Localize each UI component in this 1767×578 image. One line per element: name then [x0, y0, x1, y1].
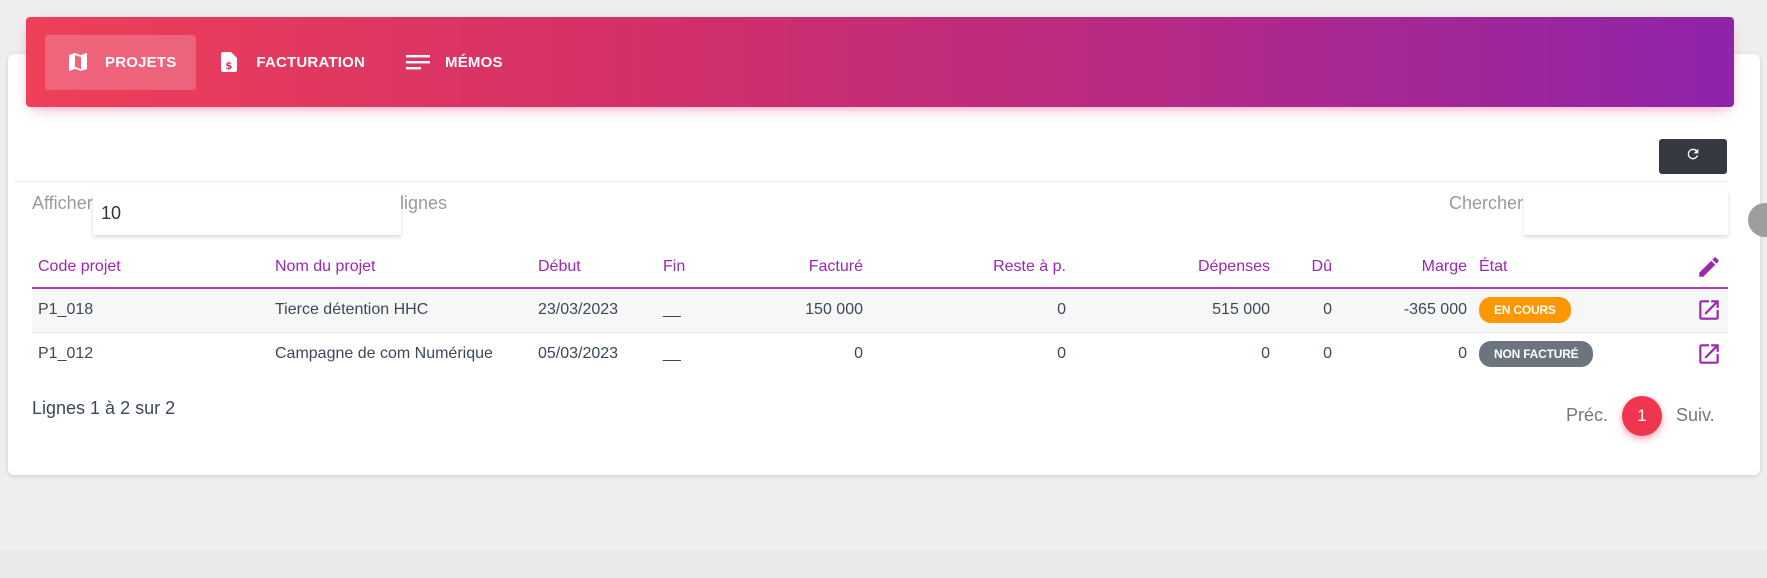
- notes-icon: [405, 49, 431, 75]
- length-suffix-label: lignes: [400, 193, 448, 213]
- col-actions: [1619, 247, 1728, 289]
- cell-status: EN COURS: [1473, 288, 1619, 333]
- tab-facturation[interactable]: $ FACTURATION: [196, 35, 385, 90]
- page-1-button[interactable]: 1: [1622, 396, 1662, 436]
- rows-per-page-select[interactable]: 10: [93, 191, 401, 235]
- cell-margin: -365 000: [1338, 288, 1473, 333]
- svg-text:$: $: [226, 61, 233, 72]
- footer-area: [0, 550, 1767, 578]
- cell-expenses: 515 000: [1072, 288, 1276, 333]
- status-badge: NON FACTURÉ: [1479, 341, 1594, 368]
- projects-table: Code projet Nom du projet Début Fin Fact…: [32, 247, 1728, 376]
- cell-due: 0: [1276, 288, 1338, 333]
- cell-actions: [1619, 332, 1728, 376]
- cell-code: P1_018: [32, 288, 269, 333]
- col-expenses[interactable]: Dépenses: [1072, 247, 1276, 289]
- tab-memos-label: MÉMOS: [445, 53, 503, 71]
- toolbar-divider: [14, 181, 1728, 182]
- cell-start: 05/03/2023: [532, 332, 657, 376]
- cell-start: 23/03/2023: [532, 288, 657, 333]
- col-billed[interactable]: Facturé: [731, 247, 869, 289]
- cell-end: __: [657, 332, 731, 376]
- col-due[interactable]: Dû: [1276, 247, 1338, 289]
- cell-name: Tierce détention HHC: [269, 288, 532, 333]
- cell-end: __: [657, 288, 731, 333]
- cell-actions: [1619, 288, 1728, 333]
- search-input[interactable]: [1524, 191, 1728, 235]
- col-code[interactable]: Code projet: [32, 247, 269, 289]
- tab-projets-label: PROJETS: [105, 53, 177, 71]
- cell-expenses: 0: [1072, 332, 1276, 376]
- search-label: Chercher:: [1449, 193, 1529, 213]
- cell-name: Campagne de com Numérique: [269, 332, 532, 376]
- invoice-icon: $: [216, 49, 242, 75]
- open-external-icon[interactable]: [1696, 300, 1722, 320]
- table-info: Lignes 1 à 2 sur 2: [32, 398, 176, 418]
- prev-page-button[interactable]: Préc.: [1566, 405, 1608, 426]
- tab-projets[interactable]: PROJETS: [45, 34, 197, 90]
- table-row[interactable]: P1_018 Tierce détention HHC 23/03/2023 _…: [32, 288, 1728, 333]
- refresh-icon: [1685, 146, 1701, 167]
- map-icon: [65, 49, 91, 75]
- cell-status: NON FACTURÉ: [1473, 332, 1619, 376]
- col-remaining[interactable]: Reste à p.: [869, 247, 1072, 289]
- nav-header: PROJETS $ FACTURATION MÉMOS: [26, 17, 1734, 107]
- edit-icon[interactable]: [1696, 257, 1722, 277]
- cell-billed: 0: [731, 332, 869, 376]
- cell-remaining: 0: [869, 288, 1072, 333]
- col-end[interactable]: Fin: [657, 247, 731, 289]
- tab-memos[interactable]: MÉMOS: [385, 35, 523, 90]
- rows-per-page-value: 10: [101, 203, 122, 223]
- tab-facturation-label: FACTURATION: [256, 53, 365, 71]
- table-header-row: Code projet Nom du projet Début Fin Fact…: [32, 247, 1728, 289]
- length-prefix-label: Afficher: [32, 193, 93, 213]
- cell-billed: 150 000: [731, 288, 869, 333]
- refresh-button[interactable]: [1659, 139, 1727, 174]
- col-margin[interactable]: Marge: [1338, 247, 1473, 289]
- cell-due: 0: [1276, 332, 1338, 376]
- table-row[interactable]: P1_012 Campagne de com Numérique 05/03/2…: [32, 332, 1728, 376]
- col-name[interactable]: Nom du projet: [269, 247, 532, 289]
- next-page-button[interactable]: Suiv.: [1676, 405, 1715, 426]
- cell-margin: 0: [1338, 332, 1473, 376]
- cell-remaining: 0: [869, 332, 1072, 376]
- open-external-icon[interactable]: [1696, 344, 1722, 364]
- status-badge: EN COURS: [1479, 297, 1571, 324]
- cell-code: P1_012: [32, 332, 269, 376]
- col-start[interactable]: Début: [532, 247, 657, 289]
- col-status[interactable]: État: [1473, 247, 1619, 289]
